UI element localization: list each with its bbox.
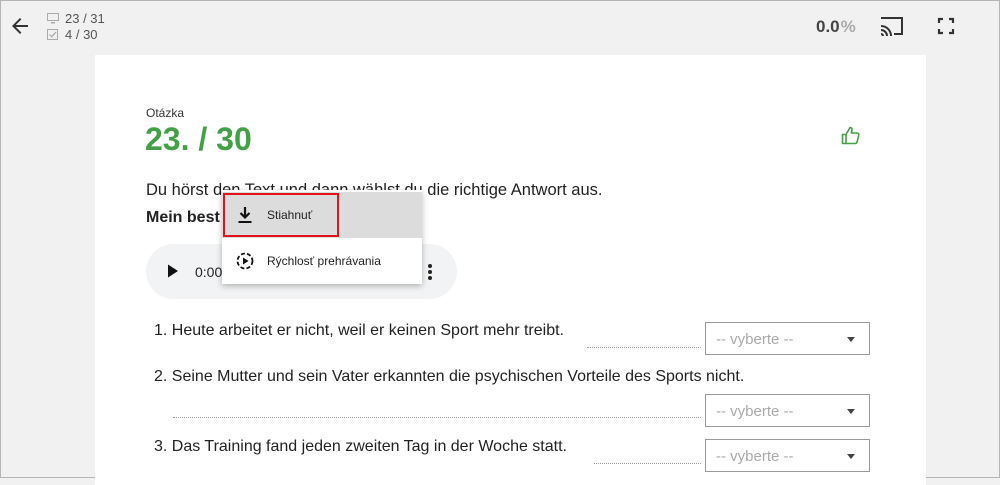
fullscreen-icon[interactable] — [936, 16, 956, 36]
question-number: 23. / 30 — [145, 121, 252, 157]
chevron-down-icon — [847, 409, 855, 414]
audio-time: 0:00 — [195, 264, 223, 280]
chevron-down-icon — [847, 337, 855, 342]
slides-counter-text: 23 / 31 — [65, 11, 105, 26]
question-label: Otázka — [146, 106, 185, 120]
progress-unit: % — [840, 17, 856, 36]
top-bar: 23 / 31 4 / 30 0.0% — [0, 0, 1000, 52]
answer-select-3-value: -- vyberte -- — [716, 448, 794, 465]
menu-item-playback-speed-label: Rýchlosť prehrávania — [267, 254, 381, 268]
answer-blank-2 — [173, 417, 701, 418]
answer-blank-1 — [587, 347, 701, 348]
back-arrow-icon[interactable] — [8, 14, 32, 38]
slides-counter: 23 / 31 — [47, 11, 105, 26]
answer-select-2[interactable]: -- vyberte -- — [705, 394, 870, 427]
highlight-box — [223, 193, 339, 237]
thumbs-up-icon[interactable] — [840, 125, 862, 147]
question-item-2: 2. Seine Mutter und sein Vater erkannten… — [154, 368, 745, 385]
questions-counter-text: 4 / 30 — [65, 27, 98, 42]
progress-value: 0.0 — [816, 17, 840, 36]
progress-indicator: 0.0% — [816, 17, 856, 37]
questions-counter: 4 / 30 — [47, 27, 98, 42]
answer-select-1[interactable]: -- vyberte -- — [705, 322, 870, 355]
chevron-down-icon — [847, 454, 855, 459]
menu-item-playback-speed[interactable]: Rýchlosť prehrávania — [222, 238, 422, 284]
answer-select-3[interactable]: -- vyberte -- — [705, 439, 870, 472]
question-item-3: 3. Das Training fand jeden zweiten Tag i… — [154, 438, 567, 455]
monitor-icon — [47, 13, 59, 24]
answer-blank-3 — [594, 463, 701, 464]
answer-select-1-value: -- vyberte -- — [716, 331, 794, 348]
question-item-1: 1. Heute arbeitet er nicht, weil er kein… — [154, 322, 564, 339]
section-subtitle: Mein best — [146, 209, 220, 226]
playback-speed-icon — [235, 251, 255, 271]
checkbox-icon — [47, 29, 59, 40]
cast-icon[interactable] — [879, 15, 905, 37]
answer-select-2-value: -- vyberte -- — [716, 403, 794, 420]
play-icon[interactable] — [166, 263, 180, 279]
more-options-icon[interactable] — [424, 262, 436, 282]
